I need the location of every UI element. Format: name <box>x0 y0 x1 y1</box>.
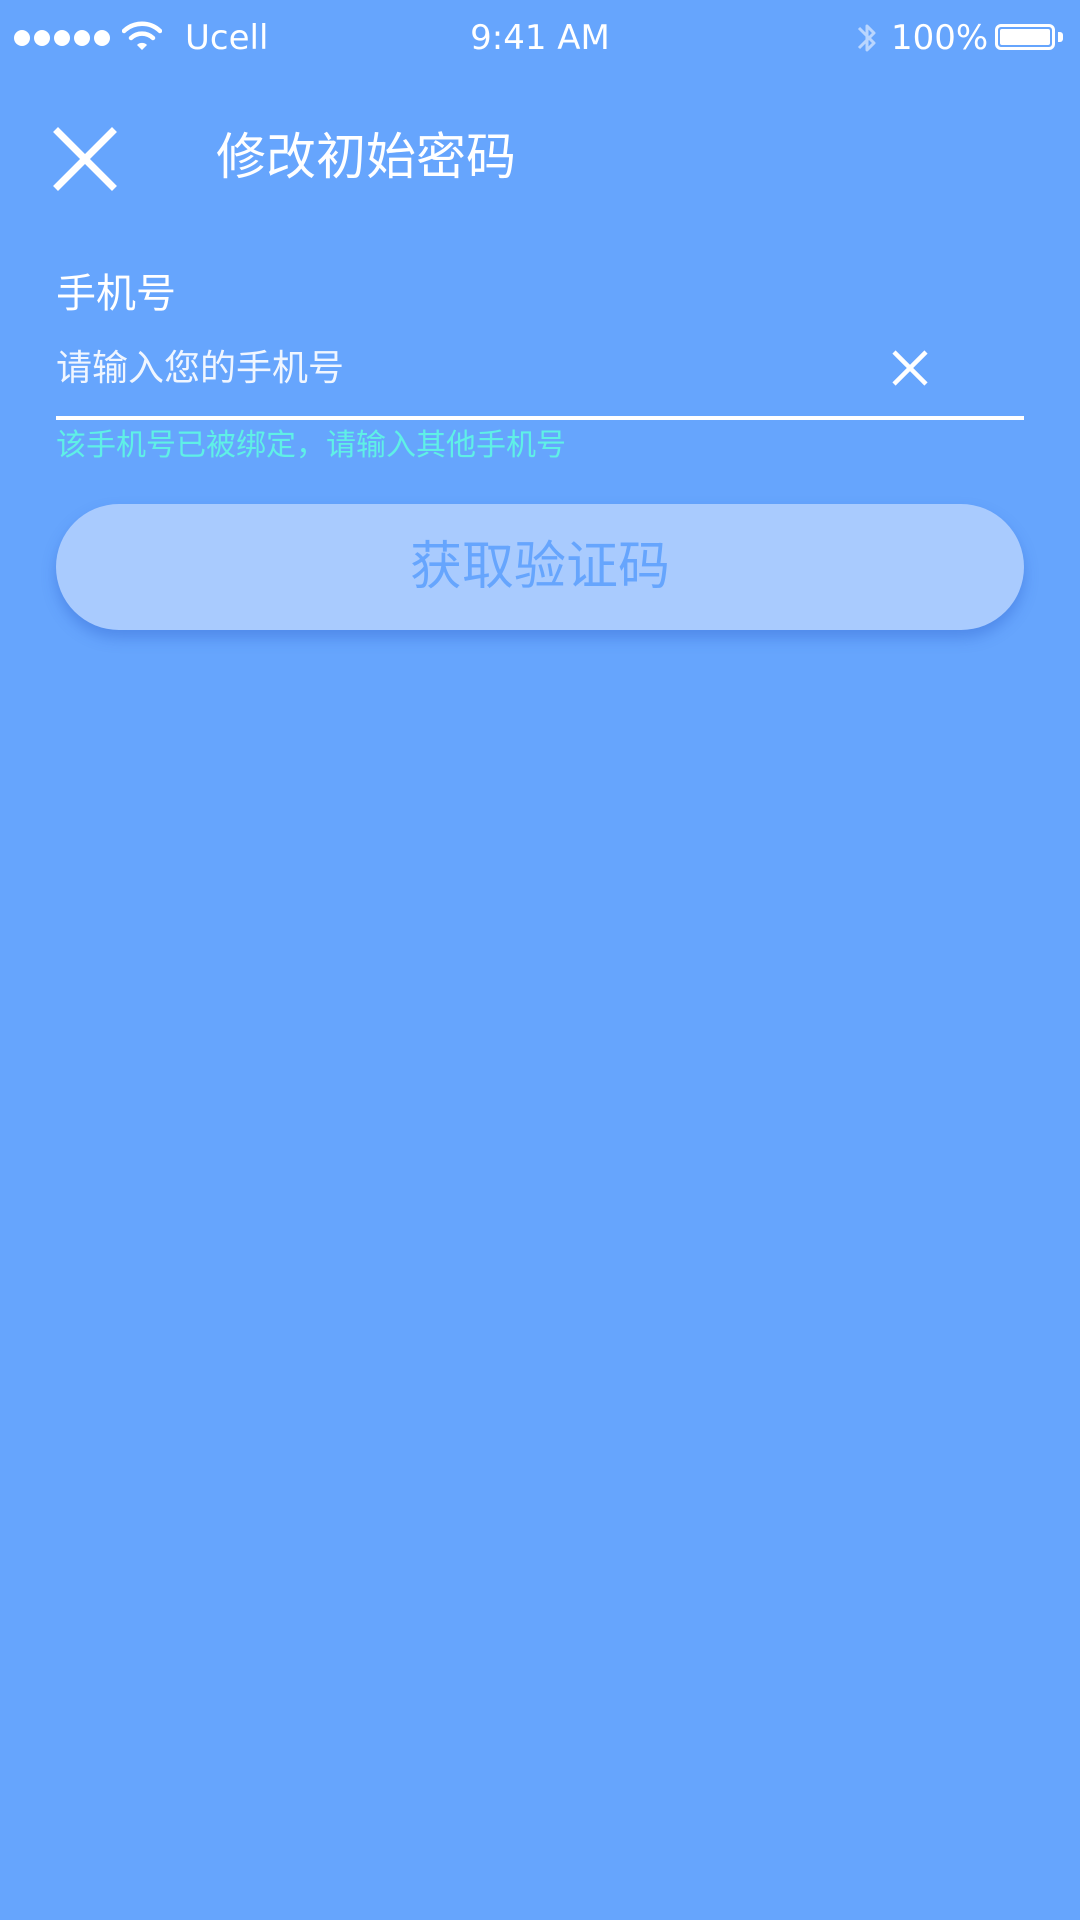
page-title: 修改初始密码 <box>216 128 516 186</box>
phone-label: 手机号 <box>56 271 176 317</box>
battery-tip <box>1058 32 1063 42</box>
bluetooth-icon <box>857 24 876 52</box>
phone-input-underline <box>56 416 1024 420</box>
battery-percent: 100% <box>891 18 989 58</box>
close-icon[interactable] <box>52 126 118 192</box>
battery-icon <box>995 24 1055 50</box>
status-bar: Ucell 9:41 AM 100% <box>0 0 1080 78</box>
phone-error-message: 该手机号已被绑定，请输入其他手机号 <box>56 428 566 463</box>
get-verification-code-button[interactable]: 获取验证码 <box>56 504 1024 630</box>
phone-input[interactable] <box>56 340 856 396</box>
clear-icon[interactable] <box>888 346 932 390</box>
